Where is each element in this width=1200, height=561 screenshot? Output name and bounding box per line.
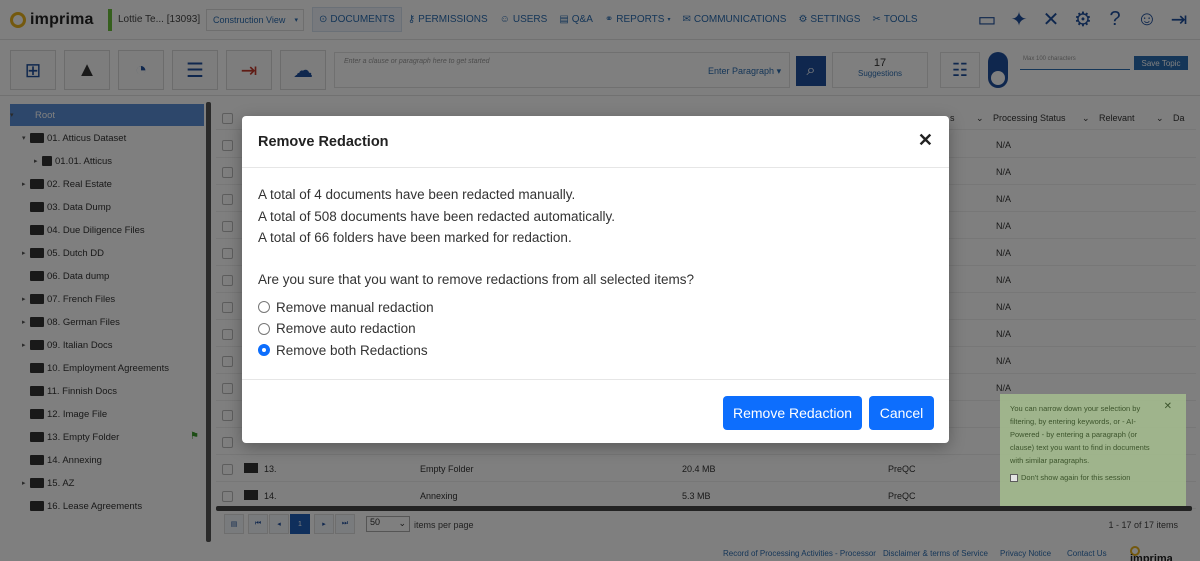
hint-tooltip: ✕ You can narrow down your selection by … bbox=[1000, 394, 1186, 506]
radio-button[interactable] bbox=[258, 301, 270, 314]
hint-text: You can narrow down your selection by fi… bbox=[1010, 404, 1150, 465]
option-remove-manual[interactable]: Remove manual redaction bbox=[258, 297, 928, 319]
close-icon[interactable]: ✕ bbox=[1164, 400, 1172, 413]
confirm-question: Are you sure that you want to remove red… bbox=[258, 271, 694, 287]
remove-redaction-button[interactable]: Remove Redaction bbox=[723, 396, 862, 430]
option-remove-both[interactable]: Remove both Redactions bbox=[258, 340, 928, 362]
radio-button-selected[interactable] bbox=[258, 344, 270, 357]
option-label: Remove manual redaction bbox=[276, 299, 434, 315]
dont-show-again-checkbox[interactable]: Don't show again for this session bbox=[1010, 471, 1176, 484]
summary-line-manual: A total of 4 documents have been redacte… bbox=[258, 187, 576, 202]
redaction-options: Remove manual redaction Remove auto reda… bbox=[258, 297, 928, 362]
option-remove-auto[interactable]: Remove auto redaction bbox=[258, 318, 928, 340]
checkbox-icon bbox=[1010, 473, 1018, 482]
option-label: Remove auto redaction bbox=[276, 321, 416, 337]
remove-redaction-dialog: Remove Redaction ✕ A total of 4 document… bbox=[242, 116, 949, 443]
close-icon[interactable]: ✕ bbox=[918, 130, 933, 151]
summary-line-folders: A total of 66 folders have been marked f… bbox=[258, 230, 572, 245]
cancel-button[interactable]: Cancel bbox=[869, 396, 934, 430]
radio-button[interactable] bbox=[258, 322, 270, 335]
dialog-footer: Remove Redaction Cancel bbox=[242, 379, 949, 443]
dialog-body: A total of 4 documents have been redacte… bbox=[258, 184, 928, 361]
dialog-header: Remove Redaction ✕ bbox=[242, 116, 949, 168]
summary-line-auto: A total of 508 documents have been redac… bbox=[258, 208, 615, 224]
dialog-title: Remove Redaction bbox=[258, 134, 389, 150]
dont-show-again-label: Don't show again for this session bbox=[1021, 473, 1131, 482]
app-page: imprima Lottie Te... [13093] Constructio… bbox=[0, 0, 1200, 561]
option-label: Remove both Redactions bbox=[276, 342, 428, 358]
